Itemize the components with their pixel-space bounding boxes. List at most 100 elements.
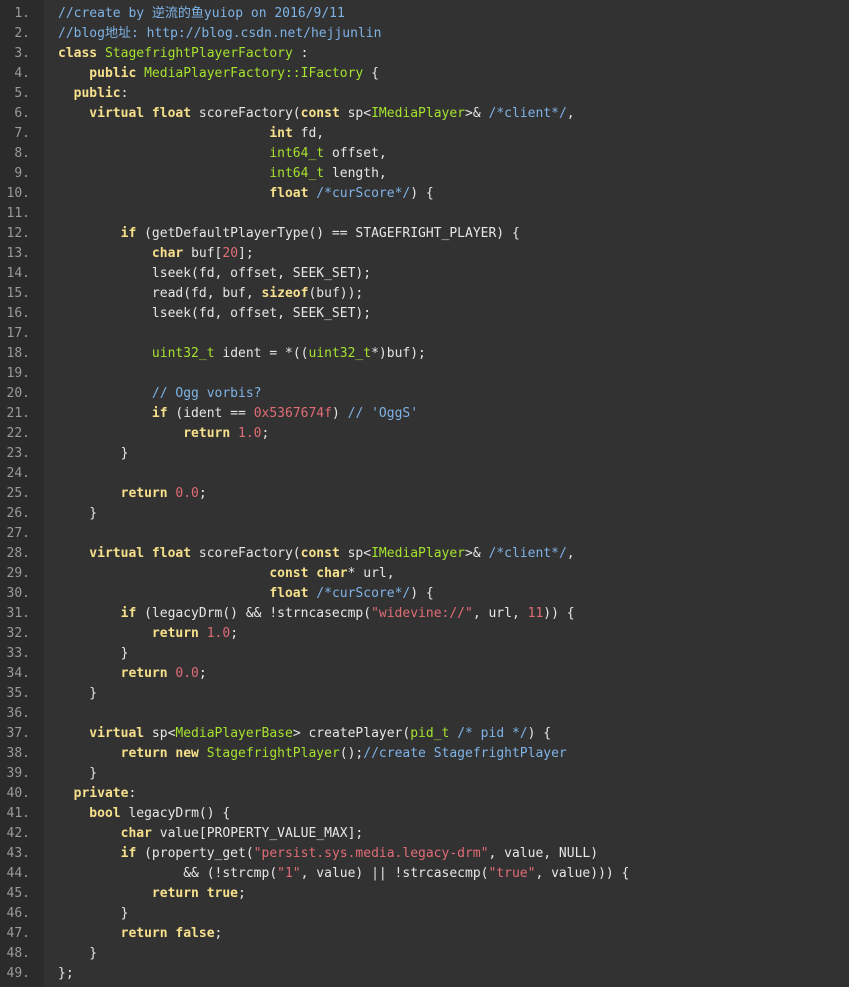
code-token: "widevine://" [371, 606, 473, 621]
code-text: const char* url, [58, 564, 394, 584]
code-text: return 1.0; [58, 424, 269, 444]
code-line: 19. [0, 364, 849, 384]
line-number: 34. [6, 666, 30, 681]
code-text: char value[PROPERTY_VALUE_MAX]; [58, 824, 364, 844]
code-token: 0.0 [175, 666, 199, 681]
code-viewer: 1. //create by 逆流的鱼yuiop on 2016/9/11 2. //… [0, 0, 849, 987]
code-token: ) { [410, 186, 434, 201]
line-number: 23. [6, 446, 30, 461]
code-text: } [58, 684, 97, 704]
code-token: if [58, 846, 145, 861]
line-number: 6. [14, 106, 30, 121]
code-token: //create StagefrightPlayer [363, 746, 567, 761]
code-line: 6. virtual float scoreFactory(const sp<I… [0, 104, 849, 124]
code-token: 1.0 [238, 426, 262, 441]
code-token: /*curScore*/ [316, 186, 411, 201]
code-token: /*curScore*/ [316, 586, 411, 601]
code-token: /*client*/ [488, 546, 567, 561]
code-token: ; [230, 626, 239, 641]
code-text: if (property_get("persist.sys.media.lega… [58, 844, 598, 864]
code-token: sp< [151, 726, 176, 741]
line-number: 33. [6, 646, 30, 661]
code-token: (property_get( [144, 846, 254, 861]
code-line: 12. if (getDefaultPlayerType() == STAGEF… [0, 224, 849, 244]
code-token: public [58, 66, 145, 81]
code-token: return [58, 666, 176, 681]
code-token: virtual [58, 726, 152, 741]
code-line: 31. if (legacyDrm() && !strncasecmp("wid… [0, 604, 849, 624]
code-token: >& [465, 106, 489, 121]
code-token: && (!strcmp( [58, 866, 278, 881]
line-number: 17. [6, 326, 30, 341]
code-token: const char [269, 566, 348, 581]
code-text: }; [58, 964, 74, 984]
code-block[interactable]: 1. //create by 逆流的鱼yuiop on 2016/9/11 2. //… [0, 4, 849, 984]
code-token: : [128, 786, 137, 801]
code-token: MediaPlayerFactory::IFactory [144, 66, 364, 81]
code-token: , url, [472, 606, 528, 621]
line-number: 15. [6, 286, 30, 301]
code-token: value[PROPERTY_VALUE_MAX]; [159, 826, 364, 841]
code-token: fd, [300, 126, 325, 141]
code-text: } [58, 504, 97, 524]
code-line: 37. virtual sp<MediaPlayerBase> createPl… [0, 724, 849, 744]
line-number: 46. [6, 906, 30, 921]
code-token: > createPlayer( [292, 726, 411, 741]
code-token: , value))) { [535, 866, 630, 881]
code-token: (); [339, 746, 364, 761]
code-token: uint32_t [308, 346, 372, 361]
line-number: 24. [6, 466, 30, 481]
code-token: ; [214, 926, 223, 941]
code-token: } [58, 766, 98, 781]
code-token: }; [58, 966, 74, 981]
code-token: sp< [347, 106, 372, 121]
code-text: return 1.0; [58, 624, 238, 644]
code-line: 45. return true; [0, 884, 849, 904]
code-token: sizeof [261, 286, 309, 301]
code-token: return [58, 486, 176, 501]
code-token: (buf)); [308, 286, 364, 301]
code-text: lseek(fd, offset, SEEK_SET); [58, 264, 371, 284]
code-line: 40. private: [0, 784, 849, 804]
line-number: 11. [6, 206, 30, 221]
code-text: if (getDefaultPlayerType() == STAGEFRIGH… [58, 224, 520, 244]
code-text: read(fd, buf, sizeof(buf)); [58, 284, 363, 304]
code-line: 5. public: [0, 84, 849, 104]
code-line: 34. return 0.0; [0, 664, 849, 684]
line-number: 13. [6, 246, 30, 261]
code-line: 4. public MediaPlayerFactory::IFactory { [0, 64, 849, 84]
code-line: 41. bool legacyDrm() { [0, 804, 849, 824]
code-token: lseek(fd, offset, SEEK_SET); [58, 306, 372, 321]
code-text: uint32_t ident = *((uint32_t*)buf); [58, 344, 426, 364]
line-number: 2. [14, 26, 30, 41]
code-token: "true" [488, 866, 536, 881]
line-number: 9. [14, 166, 30, 181]
line-number: 48. [6, 946, 30, 961]
code-text: int64_t length, [58, 164, 386, 184]
code-text: return 0.0; [58, 664, 207, 684]
code-line: 2. //blog地址: http://blog.csdn.net/hejjunl… [0, 24, 849, 44]
code-token: float [269, 586, 317, 601]
code-token: ; [198, 486, 207, 501]
code-line: 23. } [0, 444, 849, 464]
line-number: 22. [6, 426, 30, 441]
code-token: return [58, 626, 207, 641]
code-text: if (ident == 0x5367674f) // 'OggS' [58, 404, 418, 424]
code-token: if [58, 226, 145, 241]
code-line: 39. } [0, 764, 849, 784]
code-text: bool legacyDrm() { [58, 804, 230, 824]
code-token: scoreFactory( [198, 106, 301, 121]
code-token: read(fd, buf, [58, 286, 262, 301]
code-text: // Ogg vorbis? [58, 384, 262, 404]
code-token: pid_t [410, 726, 458, 741]
line-number: 19. [6, 366, 30, 381]
code-token: StagefrightPlayerFactory [104, 46, 293, 61]
code-token: //blog地址: http://blog.csdn.net/hejjunlin [58, 26, 382, 41]
code-line: 27. [0, 524, 849, 544]
code-text: //blog地址: http://blog.csdn.net/hejjunlin [58, 24, 381, 44]
line-number: 4. [14, 66, 30, 81]
line-number: 3. [14, 46, 30, 61]
code-token: "1" [277, 866, 301, 881]
